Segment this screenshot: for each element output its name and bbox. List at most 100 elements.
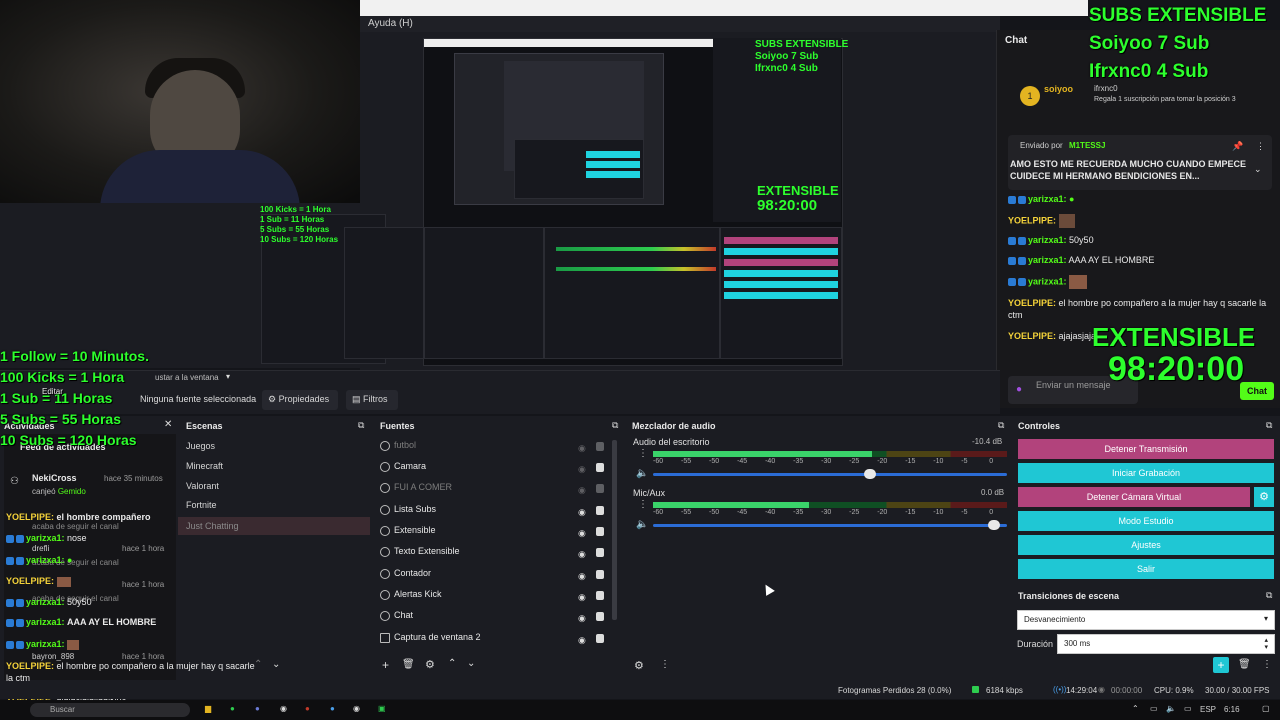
more-options-icon[interactable]: ⋮ (1256, 141, 1265, 152)
clock[interactable]: 6:16 (1224, 705, 1240, 714)
source-item[interactable]: Camara ◉ (380, 461, 610, 481)
eye-icon[interactable]: ◉ (578, 443, 586, 454)
volume-slider-1[interactable] (653, 520, 1007, 530)
more-options-icon[interactable]: ⋮ (638, 499, 648, 510)
source-item[interactable]: Contador ◉ (380, 568, 610, 588)
scene-item[interactable]: Fortnite (186, 500, 217, 510)
move-down-icon[interactable]: ⌄ (272, 659, 280, 670)
trash-icon[interactable]: 🗑 (1238, 659, 1251, 670)
lock-icon[interactable] (596, 612, 604, 621)
scene-item[interactable]: Juegos (186, 441, 215, 451)
eye-icon[interactable]: ◉ (578, 507, 586, 518)
mic-icon[interactable]: ● (1016, 384, 1022, 395)
app-icon-green[interactable]: ● (230, 704, 235, 713)
speaker-icon[interactable]: 🔈 (636, 519, 648, 530)
source-item[interactable]: Lista Subs ◉ (380, 504, 610, 524)
eye-icon[interactable]: ◉ (578, 528, 586, 539)
eye-icon[interactable]: ◉ (578, 485, 586, 496)
chat-send-button[interactable]: Chat (1240, 382, 1274, 400)
add-icon[interactable]: + (382, 658, 389, 672)
lock-icon[interactable] (596, 548, 604, 557)
volume-slider-0[interactable] (653, 469, 1007, 479)
chat-user[interactable]: yarizxa1: (1028, 255, 1067, 265)
scene-item[interactable]: Minecraft (186, 461, 223, 471)
more-options-icon[interactable]: ⋮ (1262, 659, 1272, 670)
source-item[interactable]: Chat ◉ (380, 610, 610, 630)
chat-user[interactable]: YOELPIPE: (1008, 298, 1056, 308)
lock-icon[interactable] (596, 591, 604, 600)
menu-help[interactable]: Ayuda (H) (368, 18, 413, 29)
volume-icon[interactable]: 🔈 (1166, 704, 1176, 713)
chat-user[interactable]: YOELPIPE: (1008, 215, 1056, 225)
source-item[interactable]: Extensible ◉ (380, 525, 610, 545)
volume-knob-1[interactable] (987, 520, 1000, 530)
close-icon[interactable]: ✕ (164, 419, 172, 430)
lock-icon[interactable] (596, 442, 604, 451)
transition-select[interactable]: Desvanecimiento ▾ (1017, 610, 1275, 630)
eye-icon[interactable]: ◉ (578, 613, 586, 624)
network-icon[interactable]: ▭ (1150, 704, 1158, 713)
browser-icon[interactable]: ● (330, 704, 335, 713)
move-up-icon[interactable]: ⌃ (448, 658, 456, 669)
more-options-icon[interactable]: ⋮ (660, 659, 670, 670)
tray-chevron-icon[interactable]: ⌃ (1132, 704, 1139, 713)
trash-icon[interactable]: 🗑 (402, 659, 415, 670)
lock-icon[interactable] (596, 634, 604, 643)
pin-icon[interactable]: 📌 (1232, 141, 1243, 152)
properties-button[interactable]: ⚙ Propiedades (262, 390, 338, 410)
stop-stream-button[interactable]: Detener Transmisión (1018, 439, 1274, 459)
eye-icon[interactable]: ◉ (578, 571, 586, 582)
folder-icon[interactable]: ▆ (205, 704, 211, 713)
chat-user[interactable]: YOELPIPE: (1008, 331, 1056, 341)
start-recording-button[interactable]: Iniciar Grabación (1018, 463, 1274, 483)
gear-icon[interactable]: ⚙ (425, 658, 435, 671)
lock-icon[interactable] (596, 570, 604, 579)
studio-mode-button[interactable]: Modo Estudio (1018, 511, 1274, 531)
lock-icon[interactable] (596, 463, 604, 472)
eye-icon[interactable]: ◉ (578, 464, 586, 475)
move-up-icon[interactable]: ⌃ (254, 659, 262, 670)
volume-knob-0[interactable] (864, 469, 877, 479)
stop-virtual-cam-button[interactable]: Detener Cámara Virtual (1018, 487, 1250, 507)
source-item[interactable]: Texto Extensible ◉ (380, 546, 610, 566)
speaker-icon[interactable]: 🔈 (636, 468, 648, 479)
eye-icon[interactable]: ◉ (578, 592, 586, 603)
source-item[interactable]: Alertas Kick ◉ (380, 589, 610, 609)
dropdown-arrow-icon[interactable]: ▾ (226, 372, 230, 381)
duration-input[interactable]: 300 ms ▴ ▾ (1057, 634, 1275, 654)
source-item[interactable]: Captura de ventana 2 ◉ (380, 632, 610, 652)
scene-item-selected[interactable]: Just Chatting (186, 521, 239, 531)
source-item[interactable]: FUI A COMER ◉ (380, 482, 610, 502)
notifications-icon[interactable]: ▢ (1262, 704, 1270, 713)
taskbar-search[interactable]: Buscar (30, 703, 190, 717)
exit-button[interactable]: Salir (1018, 559, 1274, 579)
undock-icon[interactable]: ⧉ (998, 420, 1004, 431)
language-indicator[interactable]: ESP (1200, 705, 1216, 714)
undock-icon[interactable]: ⧉ (1266, 590, 1272, 601)
gear-icon[interactable]: ⚙ (634, 659, 644, 672)
app-icon-red[interactable]: ● (305, 704, 310, 713)
more-options-icon[interactable]: ⋮ (638, 448, 648, 459)
chat-user[interactable]: yarizxa1: (1028, 235, 1067, 245)
lock-icon[interactable] (596, 527, 604, 536)
undock-icon[interactable]: ⧉ (1266, 420, 1272, 431)
app-icon[interactable]: ◉ (280, 704, 287, 713)
scene-item[interactable]: Valorant (186, 481, 219, 491)
discord-icon[interactable]: ● (255, 704, 260, 713)
chat-user[interactable]: yarizxa1: (1028, 194, 1067, 204)
battery-icon[interactable]: ▭ (1184, 704, 1192, 713)
kick-icon[interactable]: ▣ (378, 704, 386, 713)
filters-button[interactable]: ▤ Filtros (346, 390, 398, 410)
eye-icon[interactable]: ◉ (578, 635, 586, 646)
eye-icon[interactable]: ◉ (578, 549, 586, 560)
lock-icon[interactable] (596, 484, 604, 493)
chevron-down-icon[interactable]: ⌄ (1254, 164, 1262, 175)
obs-icon[interactable]: ◉ (353, 704, 360, 713)
settings-button[interactable]: Ajustes (1018, 535, 1274, 555)
virtual-cam-settings-button[interactable]: ⚙ (1254, 487, 1274, 507)
lock-icon[interactable] (596, 506, 604, 515)
sources-scrollbar[interactable] (612, 440, 617, 620)
add-transition-button[interactable]: + (1213, 657, 1229, 673)
source-item[interactable]: futbol ◉ (380, 440, 610, 460)
chat-user[interactable]: yarizxa1: (1028, 276, 1067, 286)
